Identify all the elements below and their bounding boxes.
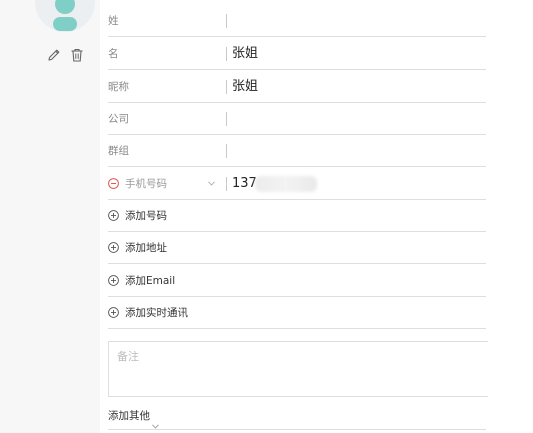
add-other-label: 添加其他 xyxy=(108,410,150,422)
field-divider xyxy=(226,112,227,126)
avatar-icon xyxy=(35,0,95,32)
field-company[interactable]: 公司 xyxy=(108,103,486,135)
field-label: 名 xyxy=(108,48,119,60)
remove-circle-icon[interactable] xyxy=(108,178,119,189)
field-group[interactable]: 群组 xyxy=(108,135,486,167)
add-email-label: 添加Email xyxy=(125,275,176,287)
field-divider xyxy=(226,80,227,94)
field-divider xyxy=(226,47,227,61)
field-divider xyxy=(226,14,227,28)
notes-box xyxy=(108,341,488,397)
add-address-button[interactable]: 添加地址 xyxy=(108,232,486,264)
field-phone[interactable]: 手机号码 137 xyxy=(108,168,486,200)
edit-pencil-icon[interactable] xyxy=(46,47,62,63)
nickname-input[interactable]: 张姐 xyxy=(232,71,258,103)
add-number-label: 添加号码 xyxy=(125,210,167,222)
add-circle-icon xyxy=(108,242,119,253)
notes-input[interactable] xyxy=(109,342,488,396)
contact-sidebar xyxy=(0,0,100,433)
field-divider xyxy=(226,177,227,191)
field-label: 公司 xyxy=(108,113,129,125)
phone-type-label[interactable]: 手机号码 xyxy=(125,168,167,200)
add-circle-icon xyxy=(108,307,119,318)
add-circle-icon xyxy=(108,210,119,221)
add-im-label: 添加实时通讯 xyxy=(125,307,188,319)
redacted-digits xyxy=(255,176,317,192)
field-label: 姓 xyxy=(108,15,119,27)
chevron-down-icon[interactable] xyxy=(208,181,215,186)
field-label: 昵称 xyxy=(108,81,129,93)
phone-input[interactable]: 137 xyxy=(232,168,257,200)
chevron-down-icon xyxy=(152,414,159,429)
field-surname[interactable]: 姓 xyxy=(108,5,486,37)
add-address-label: 添加地址 xyxy=(125,242,167,254)
field-given-name[interactable]: 名 张姐 xyxy=(108,38,486,70)
field-divider xyxy=(226,144,227,158)
add-other-dropdown[interactable]: 添加其他 xyxy=(108,402,486,430)
add-circle-icon xyxy=(108,275,119,286)
field-label: 群组 xyxy=(108,145,129,157)
avatar[interactable] xyxy=(35,0,95,32)
add-email-button[interactable]: 添加Email xyxy=(108,265,486,297)
given-name-input[interactable]: 张姐 xyxy=(232,38,258,70)
delete-trash-icon[interactable] xyxy=(69,47,85,63)
field-nickname[interactable]: 昵称 张姐 xyxy=(108,71,486,103)
add-im-button[interactable]: 添加实时通讯 xyxy=(108,297,486,329)
add-number-button[interactable]: 添加号码 xyxy=(108,200,486,232)
